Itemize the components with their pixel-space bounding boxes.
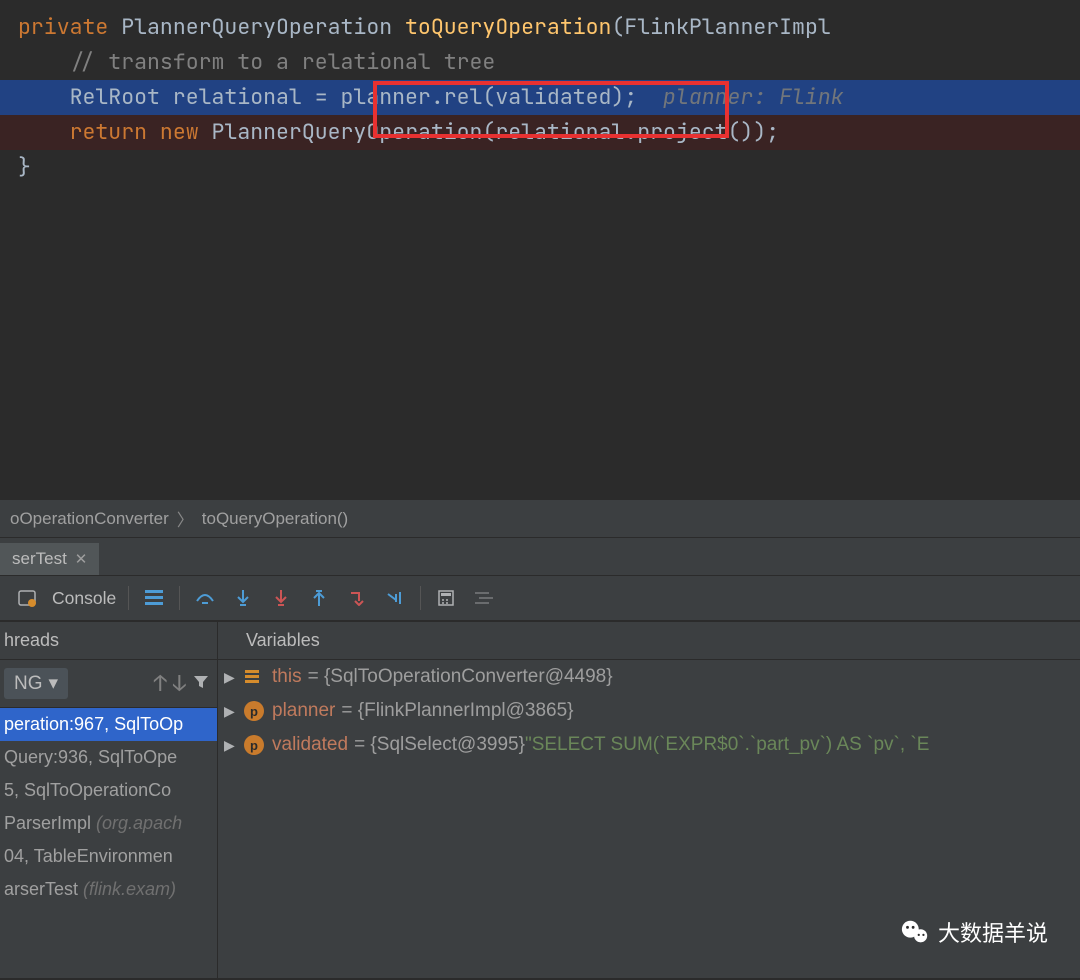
wechat-icon [900, 917, 930, 947]
threads-pane: hreads NG ▾ ↑ ↓ peration:967, SqlToOp Qu… [0, 622, 218, 978]
stack-frame[interactable]: arserTest (flink.exam) [0, 873, 217, 906]
code-line-4[interactable]: return new PlannerQueryOperation(relatio… [0, 115, 1080, 150]
annotated-expr: planner.rel(validated); [341, 83, 638, 111]
variable-row[interactable]: ▶ p validated = {SqlSelect@3995} "SELECT… [218, 728, 1080, 762]
threads-header: hreads [0, 622, 217, 660]
variable-value: = {FlinkPlannerImpl@3865} [341, 700, 573, 722]
separator [179, 586, 180, 610]
breadcrumb-item[interactable]: oOperationConverter [10, 509, 169, 529]
force-step-into-icon[interactable] [267, 584, 295, 612]
variable-name: validated [272, 734, 348, 756]
code-line-2[interactable]: // transform to a relational tree [0, 45, 1080, 80]
caret-right-icon[interactable]: ▶ [224, 703, 238, 720]
step-out-icon[interactable] [305, 584, 333, 612]
keyword-private: private [18, 13, 108, 41]
console-icon[interactable] [13, 584, 41, 612]
variable-row[interactable]: ▶ p planner = {FlinkPlannerImpl@3865} [218, 694, 1080, 728]
keyword-new: new [160, 118, 199, 146]
object-icon [244, 667, 264, 687]
stack-frame[interactable]: ParserImpl (org.apach [0, 807, 217, 840]
separator [420, 586, 421, 610]
breadcrumb-item[interactable]: toQueryOperation() [202, 509, 348, 529]
stack-frame[interactable]: peration:967, SqlToOp [0, 708, 217, 741]
arrow-down-icon[interactable]: ↓ [173, 669, 186, 698]
threads-controls: NG ▾ ↑ ↓ [0, 660, 217, 708]
debug-tab[interactable]: serTest ✕ [0, 543, 100, 575]
parameter-icon: p [244, 735, 264, 755]
stack-frame[interactable]: 5, SqlToOperationCo [0, 774, 217, 807]
stack-icon[interactable] [140, 584, 168, 612]
variable-value: = {SqlSelect@3995} [354, 734, 525, 756]
variable-row[interactable]: ▶ this = {SqlToOperationConverter@4498} [218, 660, 1080, 694]
step-into-icon[interactable] [229, 584, 257, 612]
code-line-5[interactable]: } [0, 150, 1080, 185]
close-brace: } [18, 153, 31, 181]
drop-frame-icon[interactable] [343, 584, 371, 612]
stack-frame[interactable]: 04, TableEnvironmen [0, 840, 217, 873]
debug-tab-bar: serTest ✕ [0, 538, 1080, 576]
variables-header: Variables [218, 622, 1080, 660]
console-label[interactable]: Console [52, 588, 116, 609]
param-type: FlinkPlannerImpl [624, 13, 830, 41]
debug-toolbar: Console [0, 576, 1080, 622]
close-icon[interactable]: ✕ [75, 550, 88, 568]
parameter-icon: p [244, 701, 264, 721]
code-line-1[interactable]: private PlannerQueryOperation toQueryOpe… [0, 10, 1080, 45]
filter-icon[interactable] [192, 669, 210, 698]
keyword-return: return [70, 118, 147, 146]
stack-frame[interactable]: Query:936, SqlToOpe [0, 741, 217, 774]
run-to-cursor-icon[interactable] [381, 584, 409, 612]
caret-right-icon[interactable]: ▶ [224, 669, 238, 686]
step-over-icon[interactable] [191, 584, 219, 612]
evaluate-icon[interactable] [432, 584, 460, 612]
variable-value: = {SqlToOperationConverter@4498} [308, 666, 613, 688]
tab-label: serTest [12, 549, 67, 569]
chevron-right-icon: 〉 [177, 506, 194, 531]
code-line-3[interactable]: RelRoot relational = planner.rel(validat… [0, 80, 1080, 115]
comment: // transform to a relational tree [70, 48, 496, 76]
thread-selector[interactable]: NG ▾ [4, 668, 68, 699]
watermark: 大数据羊说 [900, 916, 1048, 948]
frames-list[interactable]: peration:967, SqlToOp Query:936, SqlToOp… [0, 708, 217, 906]
variable-string: "SELECT SUM(`EXPR$0`.`part_pv`) AS `pv`,… [525, 734, 929, 756]
watermark-text: 大数据羊说 [938, 916, 1048, 948]
code-editor[interactable]: private PlannerQueryOperation toQueryOpe… [0, 0, 1080, 500]
statement: RelRoot relational = [70, 83, 341, 111]
variable-name: planner [272, 700, 335, 722]
arrow-up-icon[interactable]: ↑ [154, 669, 167, 698]
variable-name: this [272, 666, 302, 688]
type-name: PlannerQueryOperation [121, 13, 405, 41]
breadcrumb-bar: oOperationConverter 〉 toQueryOperation() [0, 500, 1080, 538]
separator [128, 586, 129, 610]
inline-hint: planner: Flink [663, 83, 844, 111]
method-name: toQueryOperation [405, 13, 611, 41]
caret-right-icon[interactable]: ▶ [224, 737, 238, 754]
return-expr: PlannerQueryOperation(relational.project… [212, 118, 780, 146]
trace-icon[interactable] [470, 584, 498, 612]
